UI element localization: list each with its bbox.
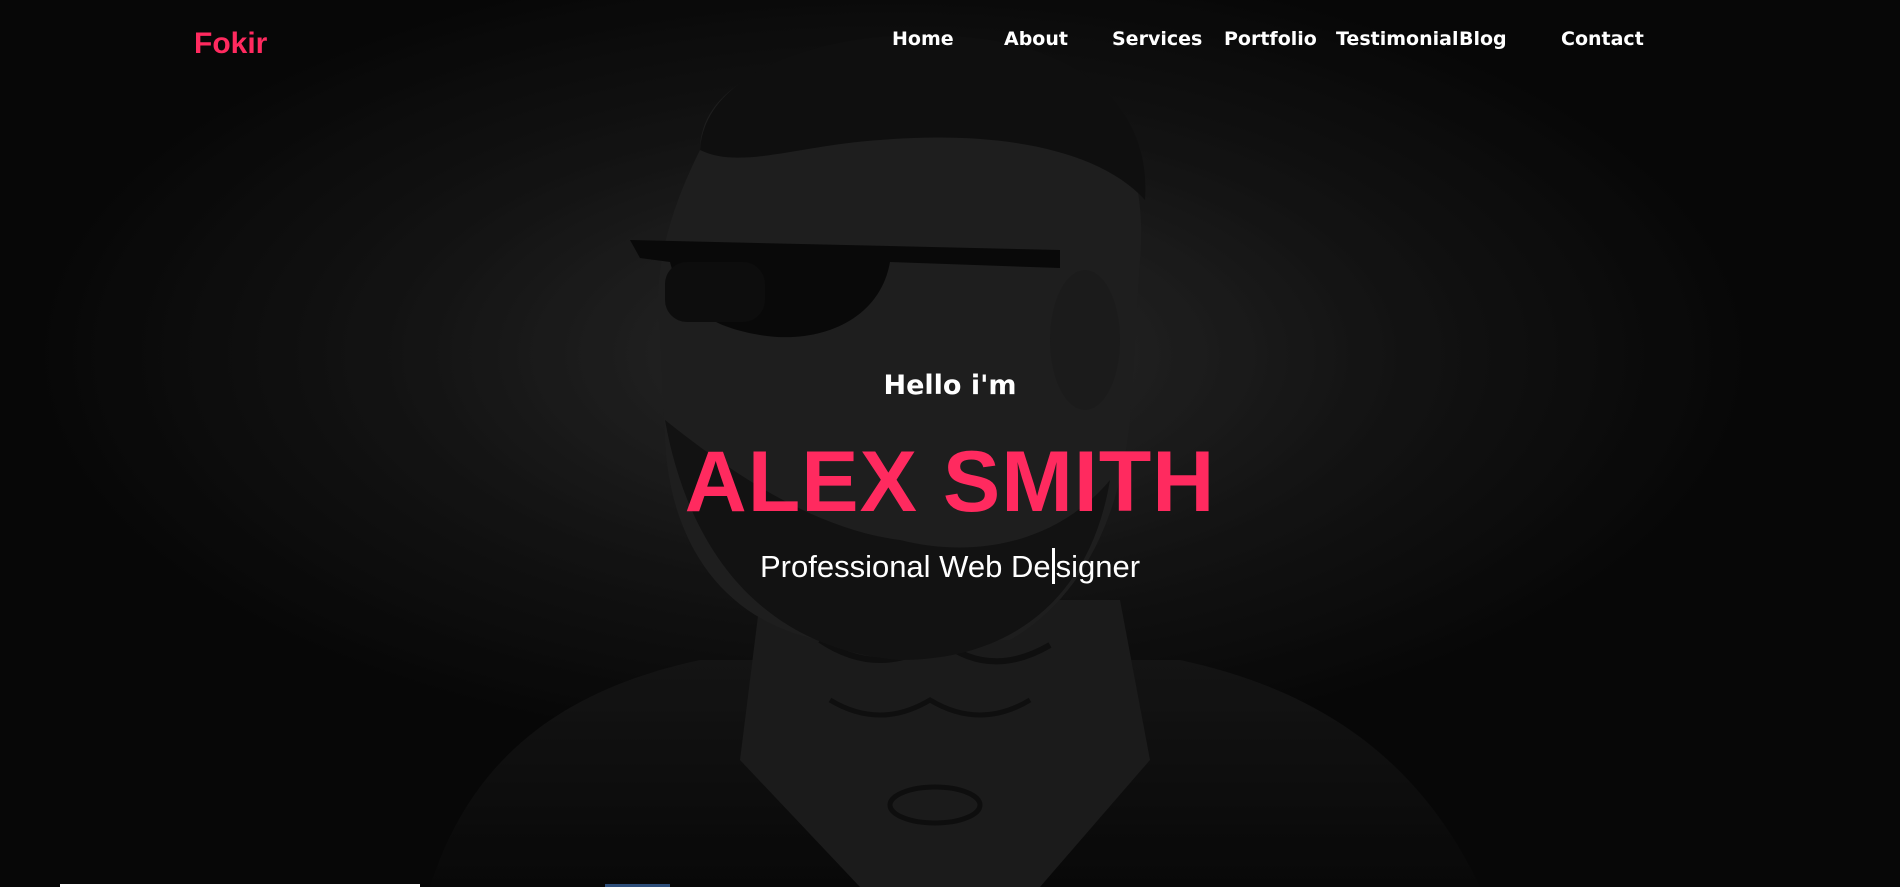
hero-role: Professional Web De signer <box>0 547 1900 587</box>
nav-item-services[interactable]: Services <box>1112 28 1202 50</box>
hero-name: ALEX SMITH <box>684 434 1216 530</box>
nav-item-contact[interactable]: Contact <box>1561 28 1644 50</box>
top-navbar: Fokir Home About Services Portfolio Test… <box>0 0 1900 80</box>
nav-item-about[interactable]: About <box>1004 28 1068 50</box>
hero-content: Hello i'm ALEX SMITH Professional Web De… <box>0 0 1900 887</box>
nav-item-home[interactable]: Home <box>892 28 954 50</box>
hero-section: Fokir Home About Services Portfolio Test… <box>0 0 1900 887</box>
typing-cursor <box>1051 548 1055 584</box>
nav-item-blog[interactable]: Blog <box>1459 28 1507 50</box>
hero-greeting: Hello i'm <box>883 370 1017 401</box>
hero-role-text-end: signer <box>1055 549 1141 584</box>
hero-role-text-start: Professional Web De <box>759 549 1051 584</box>
brand-logo[interactable]: Fokir <box>194 27 267 61</box>
nav-item-testimonial[interactable]: Testimonial <box>1336 28 1458 50</box>
nav-item-portfolio[interactable]: Portfolio <box>1224 28 1317 50</box>
